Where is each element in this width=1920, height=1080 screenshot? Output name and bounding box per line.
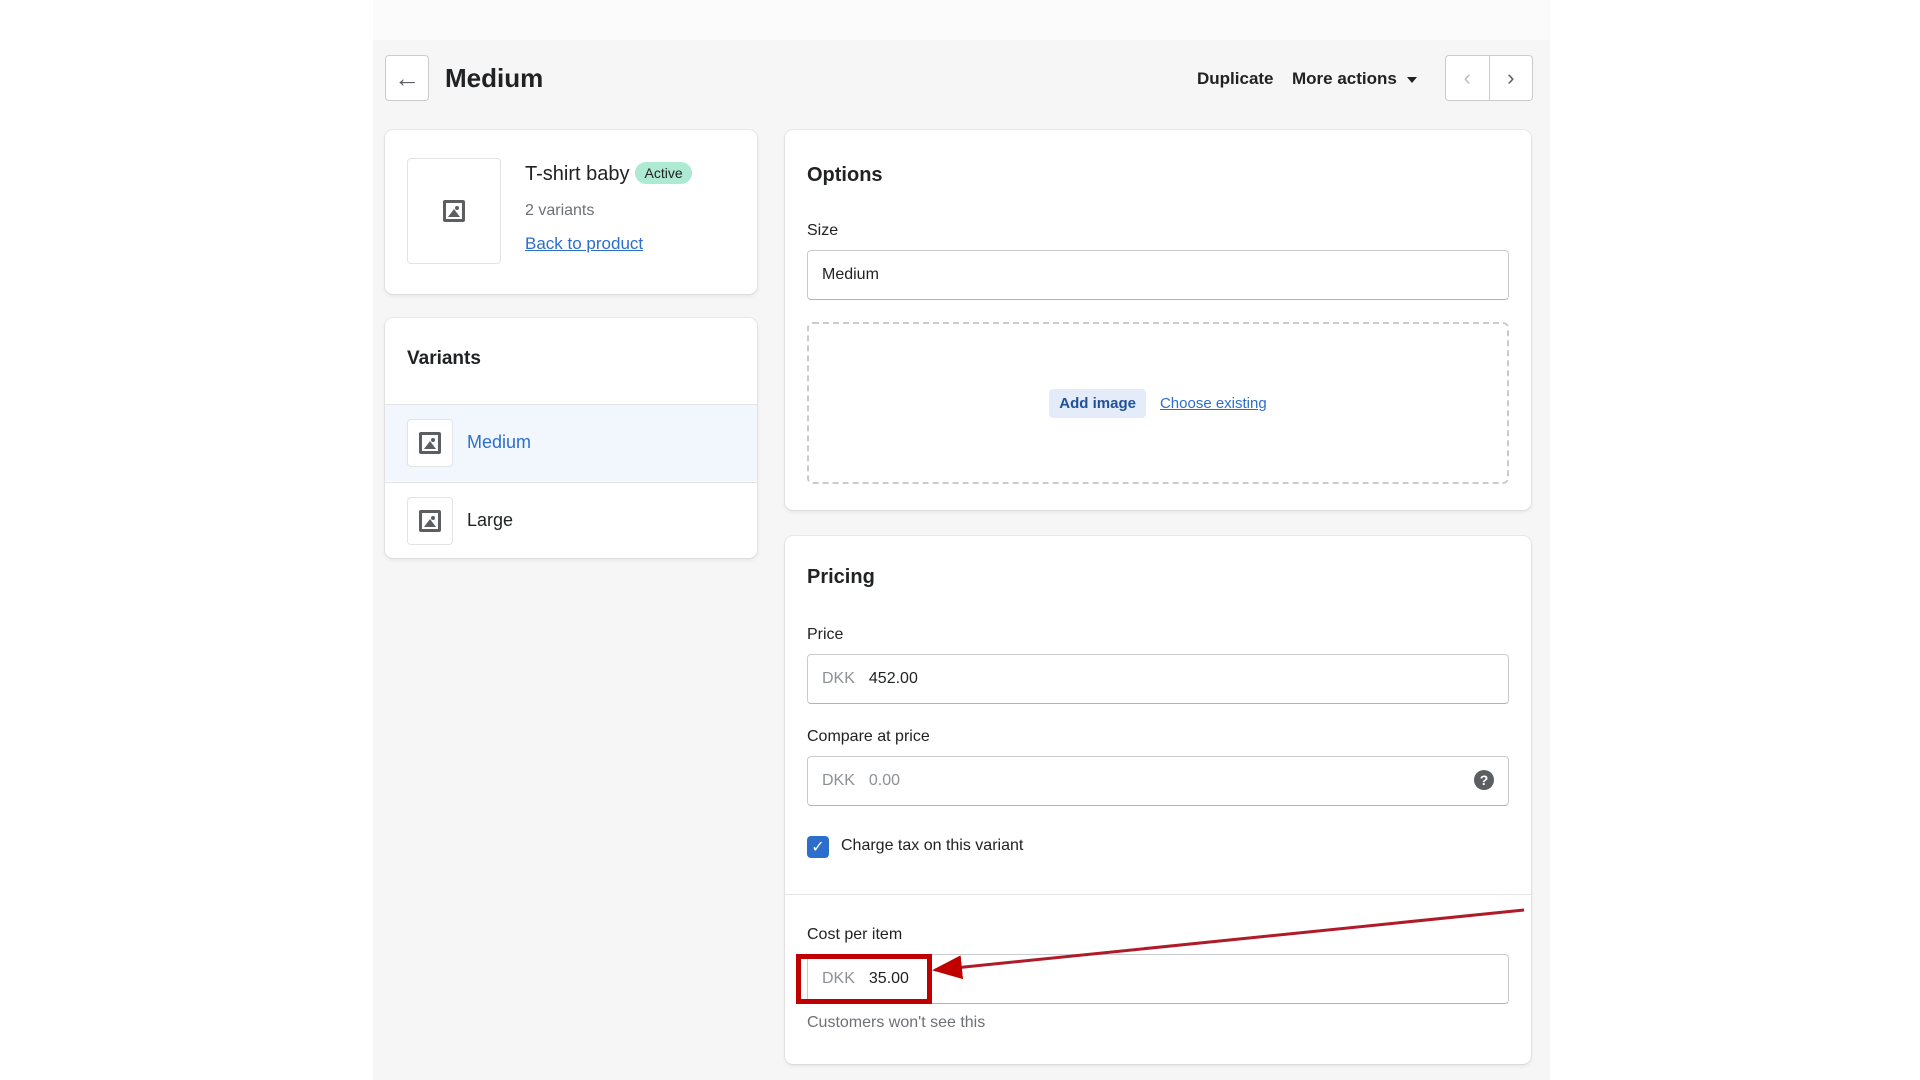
annotation-arrow <box>932 908 1525 980</box>
arrow-line <box>932 908 1525 980</box>
